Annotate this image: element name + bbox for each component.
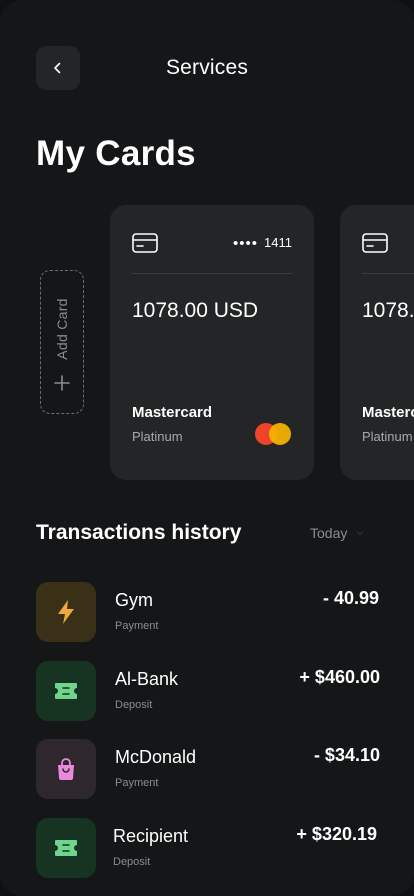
transaction-amount: + $320.19 [296,824,377,844]
transaction-row-gym[interactable]: Gym Payment - 40.99 [36,582,380,642]
transaction-icon-tile [36,582,96,642]
header-title: Services [165,56,249,79]
chevron-down-icon [356,530,365,536]
card-header [362,227,414,274]
card-last-digits: 1411 [264,235,292,250]
transaction-row-recipient[interactable]: Recipient Deposit + $320.19 [36,818,380,878]
services-screen: Services My Cards Add Card •••• 1411 107… [0,0,414,896]
transaction-name: Recipient [113,826,189,846]
ticket-icon [55,840,77,856]
card-mastercard-2[interactable]: 1078.00 USD Mastercard Platinum [340,205,414,480]
transaction-amount: - 40.99 [322,588,379,608]
card-tier: Platinum [132,429,183,444]
credit-card-icon [132,233,158,253]
transaction-row-mcdonald[interactable]: McDonald Payment - $34.10 [36,739,380,799]
card-mastercard-1411[interactable]: •••• 1411 1078.00 USD Mastercard Platinu… [110,205,314,480]
mastercard-logo-icon [255,423,291,445]
add-card-label: Add Card [54,298,70,360]
card-brand: Mastercard [362,404,414,421]
transaction-name: McDonald [115,747,197,767]
transaction-amount: + $460.00 [299,667,380,687]
ticket-icon [55,683,77,699]
transaction-name: Gym [115,590,153,610]
transaction-icon-tile [36,739,96,799]
page-title: My Cards [36,134,196,173]
card-balance: 1078.00 USD [362,299,414,322]
transaction-amount: - $34.10 [313,745,380,765]
card-header: •••• 1411 [132,227,292,274]
shopping-bag-icon [58,758,74,780]
card-number-mask: •••• [232,235,258,252]
transaction-type: Deposit [113,856,151,868]
date-filter-dropdown[interactable]: Today [310,525,365,541]
transaction-type: Payment [115,777,159,789]
transaction-icon-tile [36,818,96,878]
transaction-type: Deposit [115,699,153,711]
transaction-icon-tile [36,661,96,721]
transaction-name: Al-Bank [115,669,179,689]
transactions-title: Transactions history [36,521,242,544]
bolt-icon [58,600,74,624]
plus-icon [54,375,70,391]
card-tier: Platinum [362,429,413,444]
date-filter-label: Today [310,525,348,541]
transaction-row-al-bank[interactable]: Al-Bank Deposit + $460.00 [36,661,380,721]
transaction-type: Payment [115,620,159,632]
add-card-button[interactable]: Add Card [40,270,84,414]
credit-card-icon [362,233,388,253]
card-balance: 1078.00 USD [132,299,259,322]
card-brand: Mastercard [132,404,213,421]
